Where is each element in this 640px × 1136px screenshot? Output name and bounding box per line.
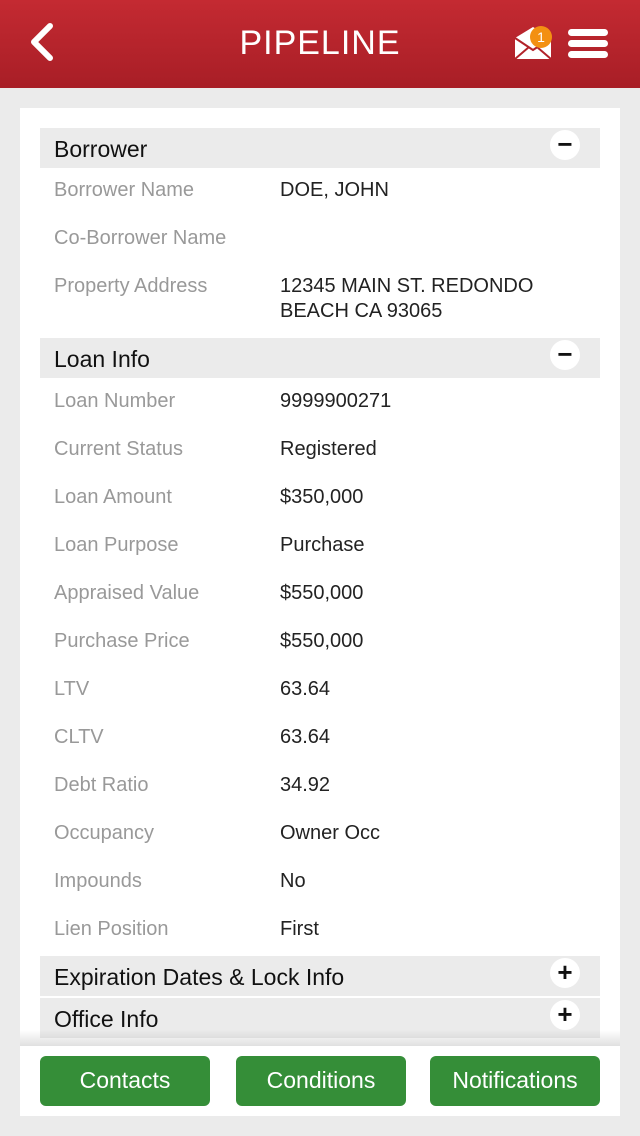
field-label: Appraised Value bbox=[54, 582, 200, 604]
field-value: Purchase bbox=[280, 534, 365, 556]
section-borrower[interactable]: Borrower − bbox=[40, 128, 600, 168]
section-loan-info[interactable]: Loan Info − bbox=[40, 338, 600, 378]
field-label: Impounds bbox=[54, 870, 142, 892]
section-title: Borrower bbox=[54, 136, 148, 162]
field-value: DOE, JOHN bbox=[280, 179, 389, 201]
field-value: 34.92 bbox=[280, 774, 331, 796]
field-label: Loan Purpose bbox=[54, 534, 179, 556]
field-label: Loan Number bbox=[54, 390, 176, 412]
field-value: $550,000 bbox=[280, 630, 364, 652]
field-value: Registered bbox=[280, 438, 377, 460]
field-label: Borrower Name bbox=[54, 179, 195, 201]
field-label: Occupancy bbox=[54, 822, 155, 844]
field-label: Lien Position bbox=[54, 918, 169, 940]
scroll-shadow bbox=[20, 1030, 620, 1046]
notification-badge: 1 bbox=[530, 26, 552, 48]
field-label: Property Address bbox=[54, 275, 208, 297]
field-label: Purchase Price bbox=[54, 630, 190, 652]
field-value: First bbox=[280, 918, 319, 940]
notifications-button[interactable]: Notifications bbox=[430, 1056, 600, 1106]
collapse-icon[interactable]: − bbox=[550, 130, 580, 160]
section-title: Office Info bbox=[54, 1006, 159, 1032]
field-value: 63.64 bbox=[280, 678, 331, 700]
field-label: CLTV bbox=[54, 726, 104, 748]
conditions-button[interactable]: Conditions bbox=[236, 1056, 406, 1106]
field-value: 63.64 bbox=[280, 726, 331, 748]
field-value: $350,000 bbox=[280, 486, 364, 508]
field-label: LTV bbox=[54, 678, 90, 700]
field-label: Co-Borrower Name bbox=[54, 227, 227, 249]
expand-icon[interactable]: + bbox=[550, 1000, 580, 1030]
field-value: No bbox=[280, 870, 306, 892]
section-title: Expiration Dates & Lock Info bbox=[54, 964, 345, 990]
field-value: 12345 MAIN ST. REDONDO BEACH CA 93065 bbox=[280, 275, 534, 322]
app-header: PIPELINE 1 bbox=[0, 0, 640, 88]
section-title: Loan Info bbox=[54, 346, 150, 372]
field-value: $550,000 bbox=[280, 582, 364, 604]
hamburger-menu-icon[interactable] bbox=[568, 29, 608, 59]
field-value: 9999900271 bbox=[280, 390, 392, 412]
field-label: Loan Amount bbox=[54, 486, 172, 508]
collapse-icon[interactable]: − bbox=[550, 340, 580, 370]
expand-icon[interactable]: + bbox=[550, 958, 580, 988]
section-expiration-lock[interactable]: Expiration Dates & Lock Info + bbox=[40, 956, 600, 996]
contacts-button[interactable]: Contacts bbox=[40, 1056, 210, 1106]
field-label: Debt Ratio bbox=[54, 774, 149, 796]
field-label: Current Status bbox=[54, 438, 183, 460]
field-value: Owner Occ bbox=[280, 822, 381, 844]
